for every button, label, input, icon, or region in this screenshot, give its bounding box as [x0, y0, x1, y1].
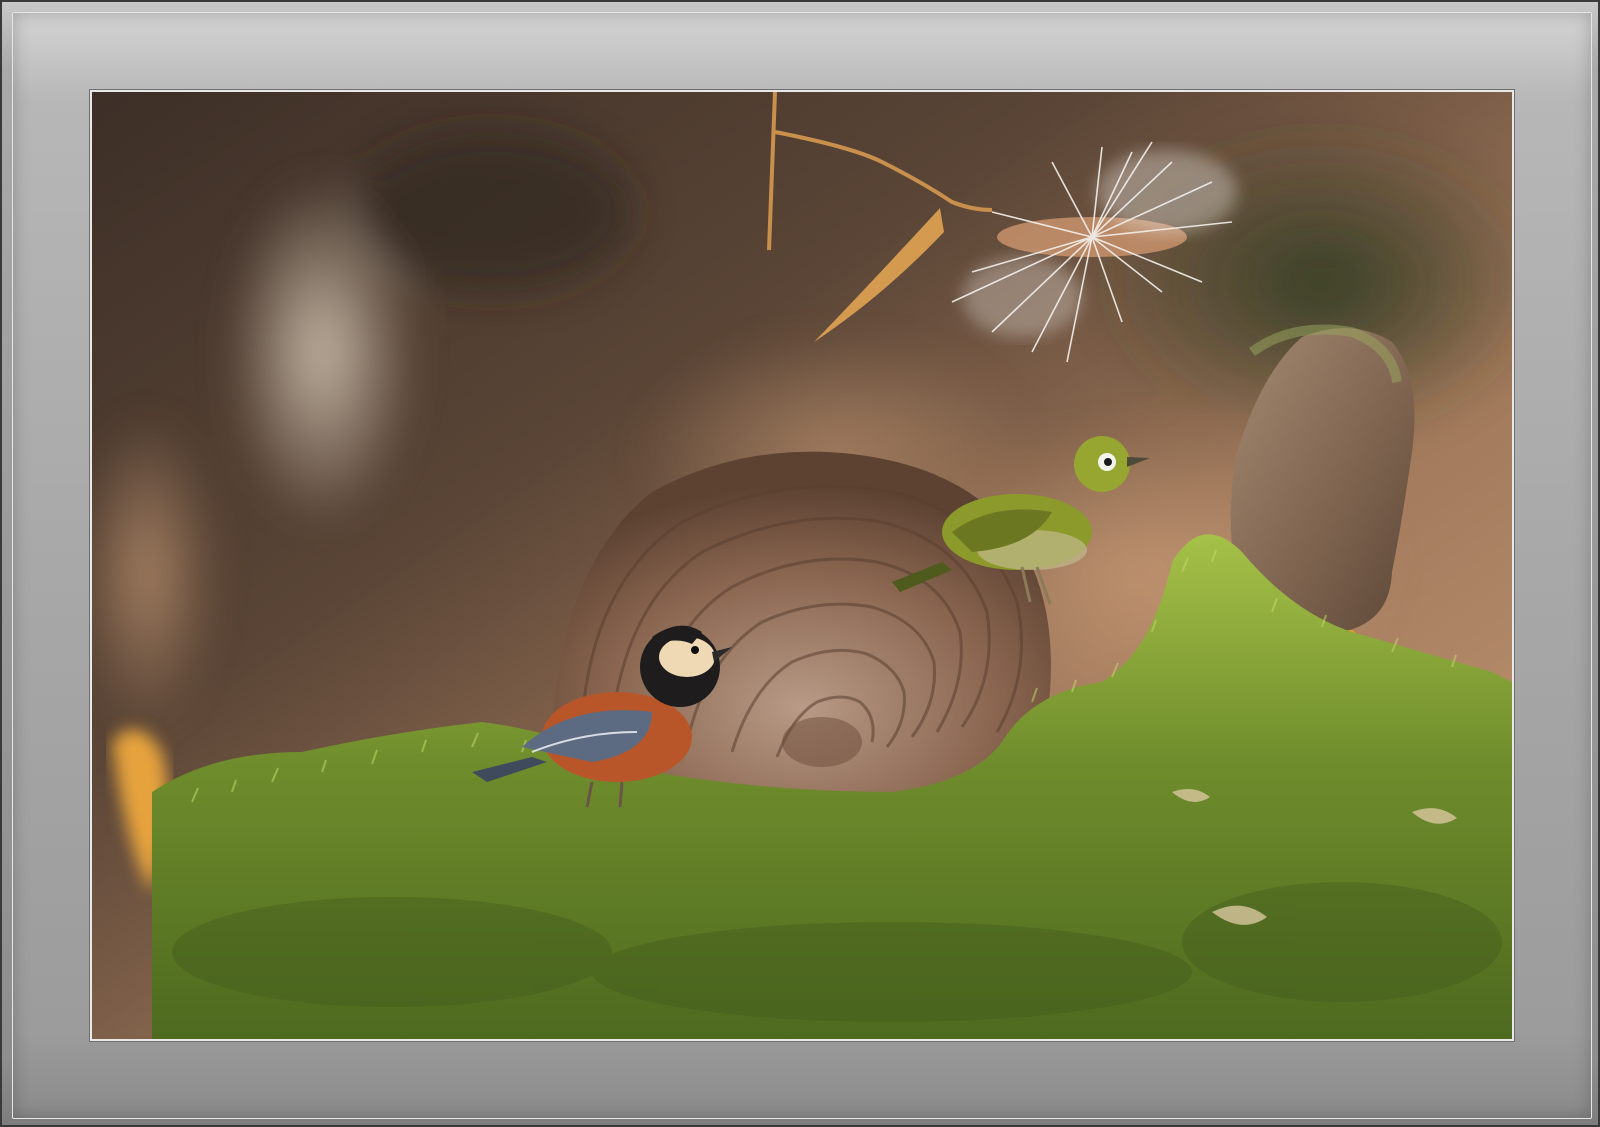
photo-scene: [92, 92, 1512, 1039]
photo: [89, 89, 1515, 1042]
picture-frame: [0, 0, 1600, 1127]
